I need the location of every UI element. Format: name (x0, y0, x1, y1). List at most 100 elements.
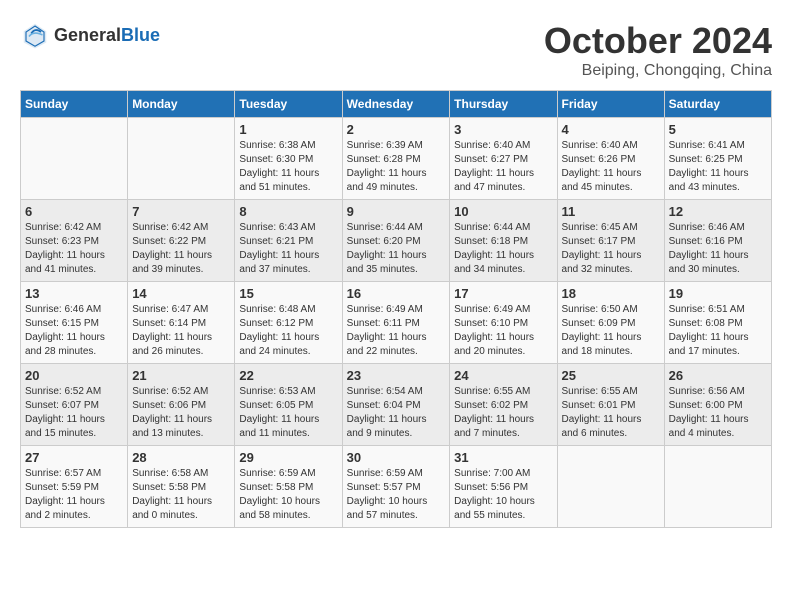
day-number: 21 (132, 368, 230, 383)
calendar-cell: 26Sunrise: 6:56 AMSunset: 6:00 PMDayligh… (664, 364, 771, 446)
day-info: Sunrise: 6:49 AMSunset: 6:10 PMDaylight:… (454, 303, 552, 359)
day-info: Sunrise: 6:57 AMSunset: 5:59 PMDaylight:… (25, 467, 123, 523)
calendar-cell: 31Sunrise: 7:00 AMSunset: 5:56 PMDayligh… (450, 446, 557, 528)
day-number: 24 (454, 368, 552, 383)
calendar-cell: 2 Sunrise: 6:39 AMSunset: 6:28 PMDaylight… (342, 118, 450, 200)
day-number: 12 (669, 204, 767, 219)
day-info: Sunrise: 6:44 AMSunset: 6:18 PMDaylight:… (454, 221, 552, 277)
day-number: 29 (239, 450, 337, 465)
weekday-header-friday: Friday (557, 91, 664, 118)
day-number: 15 (239, 286, 337, 301)
day-number: 2 (347, 122, 446, 137)
weekday-header-wednesday: Wednesday (342, 91, 450, 118)
day-number: 22 (239, 368, 337, 383)
calendar-cell: 7Sunrise: 6:42 AMSunset: 6:22 PMDaylight… (128, 200, 235, 282)
day-number: 3 (454, 122, 552, 137)
calendar-cell: 12 Sunrise: 6:46 AMSunset: 6:16 PMDayligh… (664, 200, 771, 282)
calendar-cell: 1 Sunrise: 6:38 AMSunset: 6:30 PMDaylight… (235, 118, 342, 200)
day-info: Sunrise: 6:43 AMSunset: 6:21 PMDaylight:… (239, 221, 337, 277)
calendar-cell: 3 Sunrise: 6:40 AMSunset: 6:27 PMDaylight… (450, 118, 557, 200)
day-number: 18 (562, 286, 660, 301)
day-info: Sunrise: 6:45 AMSunset: 6:17 PMDaylight:… (562, 221, 660, 277)
day-info: Sunrise: 6:53 AMSunset: 6:05 PMDaylight:… (239, 385, 337, 441)
day-info: Sunrise: 6:59 AMSunset: 5:57 PMDaylight:… (347, 467, 446, 523)
day-info: Sunrise: 6:44 AMSunset: 6:20 PMDaylight:… (347, 221, 446, 277)
location: Beiping, Chongqing, China (544, 62, 772, 80)
day-number: 4 (562, 122, 660, 137)
weekday-header-row: SundayMondayTuesdayWednesdayThursdayFrid… (21, 91, 772, 118)
day-number: 8 (239, 204, 337, 219)
calendar-cell: 13 Sunrise: 6:46 AMSunset: 6:15 PMDayligh… (21, 282, 128, 364)
day-info: Sunrise: 6:40 AMSunset: 6:26 PMDaylight:… (562, 139, 660, 195)
calendar-cell: 25Sunrise: 6:55 AMSunset: 6:01 PMDayligh… (557, 364, 664, 446)
day-number: 6 (25, 204, 123, 219)
day-info: Sunrise: 6:46 AMSunset: 6:15 PMDaylight:… (25, 303, 123, 359)
day-info: Sunrise: 6:46 AMSunset: 6:16 PMDaylight:… (669, 221, 767, 277)
day-info: Sunrise: 6:41 AMSunset: 6:25 PMDaylight:… (669, 139, 767, 195)
calendar-cell: 22 Sunrise: 6:53 AMSunset: 6:05 PMDayligh… (235, 364, 342, 446)
day-info: Sunrise: 6:50 AMSunset: 6:09 PMDaylight:… (562, 303, 660, 359)
logo-text: GeneralBlue (54, 25, 160, 46)
calendar-cell: 24Sunrise: 6:55 AMSunset: 6:02 PMDayligh… (450, 364, 557, 446)
day-number: 20 (25, 368, 123, 383)
calendar-cell (557, 446, 664, 528)
calendar-cell: 15 Sunrise: 6:48 AMSunset: 6:12 PMDayligh… (235, 282, 342, 364)
day-number: 26 (669, 368, 767, 383)
day-info: Sunrise: 6:47 AMSunset: 6:14 PMDaylight:… (132, 303, 230, 359)
day-info: Sunrise: 6:58 AMSunset: 5:58 PMDaylight:… (132, 467, 230, 523)
day-number: 31 (454, 450, 552, 465)
day-info: Sunrise: 6:54 AMSunset: 6:04 PMDaylight:… (347, 385, 446, 441)
day-number: 23 (347, 368, 446, 383)
calendar-table: SundayMondayTuesdayWednesdayThursdayFrid… (20, 90, 772, 528)
logo-icon (20, 20, 50, 50)
calendar-cell: 29Sunrise: 6:59 AMSunset: 5:58 PMDayligh… (235, 446, 342, 528)
weekday-header-thursday: Thursday (450, 91, 557, 118)
calendar-cell: 28 Sunrise: 6:58 AMSunset: 5:58 PMDayligh… (128, 446, 235, 528)
day-info: Sunrise: 6:48 AMSunset: 6:12 PMDaylight:… (239, 303, 337, 359)
calendar-week-row: 1 Sunrise: 6:38 AMSunset: 6:30 PMDaylight… (21, 118, 772, 200)
calendar-cell: 18 Sunrise: 6:50 AMSunset: 6:09 PMDayligh… (557, 282, 664, 364)
calendar-cell (21, 118, 128, 200)
day-number: 19 (669, 286, 767, 301)
calendar-week-row: 27 Sunrise: 6:57 AMSunset: 5:59 PMDayligh… (21, 446, 772, 528)
calendar-cell: 21Sunrise: 6:52 AMSunset: 6:06 PMDayligh… (128, 364, 235, 446)
day-number: 17 (454, 286, 552, 301)
day-number: 28 (132, 450, 230, 465)
day-number: 27 (25, 450, 123, 465)
day-info: Sunrise: 6:55 AMSunset: 6:01 PMDaylight:… (562, 385, 660, 441)
day-info: Sunrise: 6:39 AMSunset: 6:28 PMDaylight:… (347, 139, 446, 195)
calendar-cell: 23 Sunrise: 6:54 AMSunset: 6:04 PMDayligh… (342, 364, 450, 446)
logo-blue: Blue (121, 25, 160, 45)
calendar-cell: 20 Sunrise: 6:52 AMSunset: 6:07 PMDayligh… (21, 364, 128, 446)
day-info: Sunrise: 6:51 AMSunset: 6:08 PMDaylight:… (669, 303, 767, 359)
weekday-header-saturday: Saturday (664, 91, 771, 118)
weekday-header-sunday: Sunday (21, 91, 128, 118)
title-section: October 2024 Beiping, Chongqing, China (544, 20, 772, 80)
day-number: 16 (347, 286, 446, 301)
day-number: 14 (132, 286, 230, 301)
calendar-cell: 16Sunrise: 6:49 AMSunset: 6:11 PMDayligh… (342, 282, 450, 364)
day-number: 30 (347, 450, 446, 465)
logo-general: General (54, 25, 121, 45)
day-number: 7 (132, 204, 230, 219)
day-info: Sunrise: 6:52 AMSunset: 6:07 PMDaylight:… (25, 385, 123, 441)
day-info: Sunrise: 6:38 AMSunset: 6:30 PMDaylight:… (239, 139, 337, 195)
day-number: 11 (562, 204, 660, 219)
calendar-cell: 19 Sunrise: 6:51 AMSunset: 6:08 PMDayligh… (664, 282, 771, 364)
page-header: GeneralBlue October 2024 Beiping, Chongq… (20, 20, 772, 80)
day-info: Sunrise: 6:40 AMSunset: 6:27 PMDaylight:… (454, 139, 552, 195)
day-number: 5 (669, 122, 767, 137)
calendar-cell (664, 446, 771, 528)
calendar-cell (128, 118, 235, 200)
calendar-week-row: 20 Sunrise: 6:52 AMSunset: 6:07 PMDayligh… (21, 364, 772, 446)
day-number: 1 (239, 122, 337, 137)
day-info: Sunrise: 6:42 AMSunset: 6:23 PMDaylight:… (25, 221, 123, 277)
day-number: 9 (347, 204, 446, 219)
day-number: 13 (25, 286, 123, 301)
calendar-week-row: 6 Sunrise: 6:42 AMSunset: 6:23 PMDaylight… (21, 200, 772, 282)
calendar-week-row: 13 Sunrise: 6:46 AMSunset: 6:15 PMDayligh… (21, 282, 772, 364)
calendar-cell: 9 Sunrise: 6:44 AMSunset: 6:20 PMDaylight… (342, 200, 450, 282)
calendar-cell: 30 Sunrise: 6:59 AMSunset: 5:57 PMDayligh… (342, 446, 450, 528)
calendar-cell: 11 Sunrise: 6:45 AMSunset: 6:17 PMDayligh… (557, 200, 664, 282)
calendar-cell: 17 Sunrise: 6:49 AMSunset: 6:10 PMDayligh… (450, 282, 557, 364)
